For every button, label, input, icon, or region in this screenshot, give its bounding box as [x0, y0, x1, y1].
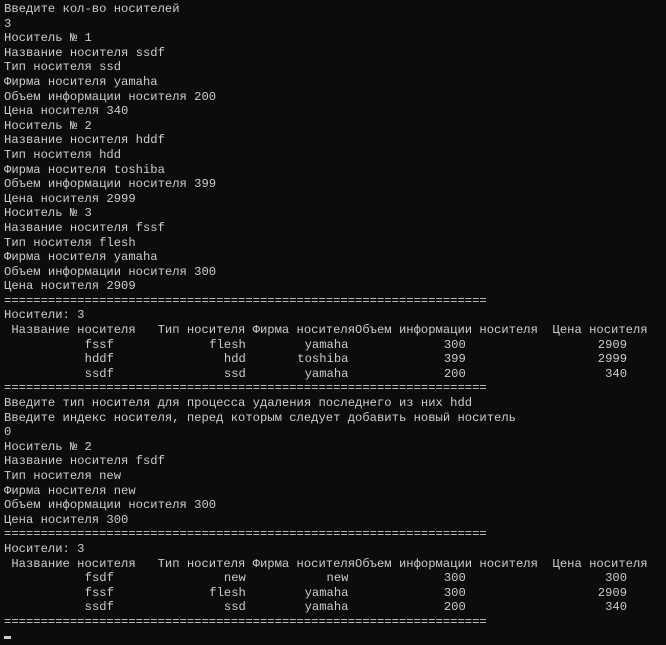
console-line: Название носителя hddf	[4, 133, 165, 148]
cell-name: fssf	[84, 337, 114, 352]
console-line: Носитель № 1	[4, 31, 92, 46]
console-line: Объем информации носителя 200	[4, 89, 217, 104]
console-line: Тип носителя new	[4, 469, 122, 483]
console-line: Носитель № 2	[4, 118, 92, 133]
cell-price: 300	[605, 571, 628, 586]
cell-type: flesh	[209, 337, 246, 352]
cell-firm: yamaha	[304, 337, 349, 352]
console-line: Тип носителя ssd	[4, 60, 122, 75]
cell-price: 2999	[597, 352, 628, 367]
cell-volume: 300	[443, 585, 466, 600]
table-row: hddf hdd toshiba 399 2999	[4, 352, 666, 367]
cell-type: new	[223, 571, 246, 586]
table-row: fssf flesh yamaha 300 2909	[4, 586, 666, 601]
cell-volume: 300	[443, 337, 466, 352]
console-line: Носитель № 3	[4, 206, 92, 221]
console-line: 0	[4, 425, 12, 440]
table-header: Название носителя Тип носителя Фирма нос…	[4, 323, 648, 338]
console-line: Введите кол-во носителей	[4, 2, 180, 16]
cell-price: 340	[605, 366, 628, 381]
cell-price: 2909	[597, 337, 628, 352]
console-line: Объем информации носителя 300	[4, 498, 217, 513]
separator-line: ========================================…	[4, 614, 487, 629]
console-line: Тип носителя hdd	[4, 147, 122, 162]
cell-name: hddf	[84, 352, 114, 367]
table-row: ssdf ssd yamaha 200 340	[4, 600, 666, 615]
cell-volume: 300	[443, 571, 466, 586]
cell-firm: toshiba	[297, 352, 349, 367]
separator-line: ========================================…	[4, 381, 487, 396]
console-line: Носители: 3	[4, 541, 85, 556]
cell-volume: 399	[443, 352, 466, 367]
cell-name: fssf	[84, 585, 114, 600]
console-line: Цена носителя 2999	[4, 191, 136, 206]
separator-line: ========================================…	[4, 293, 487, 308]
console-line: Название носителя fsdf	[4, 454, 165, 469]
cell-name: fsdf	[84, 571, 114, 586]
cell-type: hdd	[223, 352, 246, 367]
console-line: Цена носителя 340	[4, 104, 129, 119]
console-line: Фирма носителя yamaha	[4, 74, 158, 89]
console-line: Фирма носителя new	[4, 483, 136, 498]
cell-type: flesh	[209, 585, 246, 600]
console-line: Цена носителя 300	[4, 512, 129, 527]
cell-name: ssdf	[84, 600, 114, 615]
text-cursor	[4, 636, 11, 639]
cell-firm: yamaha	[304, 585, 349, 600]
cell-firm: new	[326, 571, 349, 586]
console-line: Тип носителя flesh	[4, 235, 136, 250]
cell-firm: yamaha	[304, 366, 349, 381]
console-line: Носитель № 2	[4, 439, 92, 454]
cell-price: 340	[605, 600, 628, 615]
console-line: Объем информации носителя 300	[4, 264, 217, 279]
console-line: Фирма носителя yamaha	[4, 250, 158, 265]
console-line: 3	[4, 16, 12, 31]
table-row: fssf flesh yamaha 300 2909	[4, 338, 666, 353]
cell-firm: yamaha	[304, 600, 349, 615]
table-row: fsdf new new 300 300	[4, 571, 666, 586]
cell-volume: 200	[443, 600, 466, 615]
console-line: Объем информации носителя 399	[4, 177, 217, 192]
console-line: Фирма носителя toshiba	[4, 162, 165, 177]
cell-type: ssd	[223, 366, 246, 381]
cell-volume: 200	[443, 366, 466, 381]
cell-type: ssd	[223, 600, 246, 615]
console-line: Название носителя ssdf	[4, 45, 165, 60]
console-line: Цена носителя 2909	[4, 279, 136, 294]
console-line: Введите индекс носителя, перед которым с…	[4, 410, 516, 425]
table-row: ssdf ssd yamaha 200 340	[4, 367, 666, 382]
console-line: Носители: 3	[4, 308, 85, 323]
console-line: Название носителя fssf	[4, 220, 165, 235]
console-line: Введите тип носителя для процесса удален…	[4, 396, 473, 411]
console-output[interactable]: Введите кол-во носителей 3 Носитель № 1 Наз…	[4, 2, 666, 630]
separator-line: ========================================…	[4, 527, 487, 542]
cell-name: ssdf	[84, 366, 114, 381]
table-header: Название носителя Тип носителя Фирма нос…	[4, 556, 648, 571]
cell-price: 2909	[597, 585, 628, 600]
